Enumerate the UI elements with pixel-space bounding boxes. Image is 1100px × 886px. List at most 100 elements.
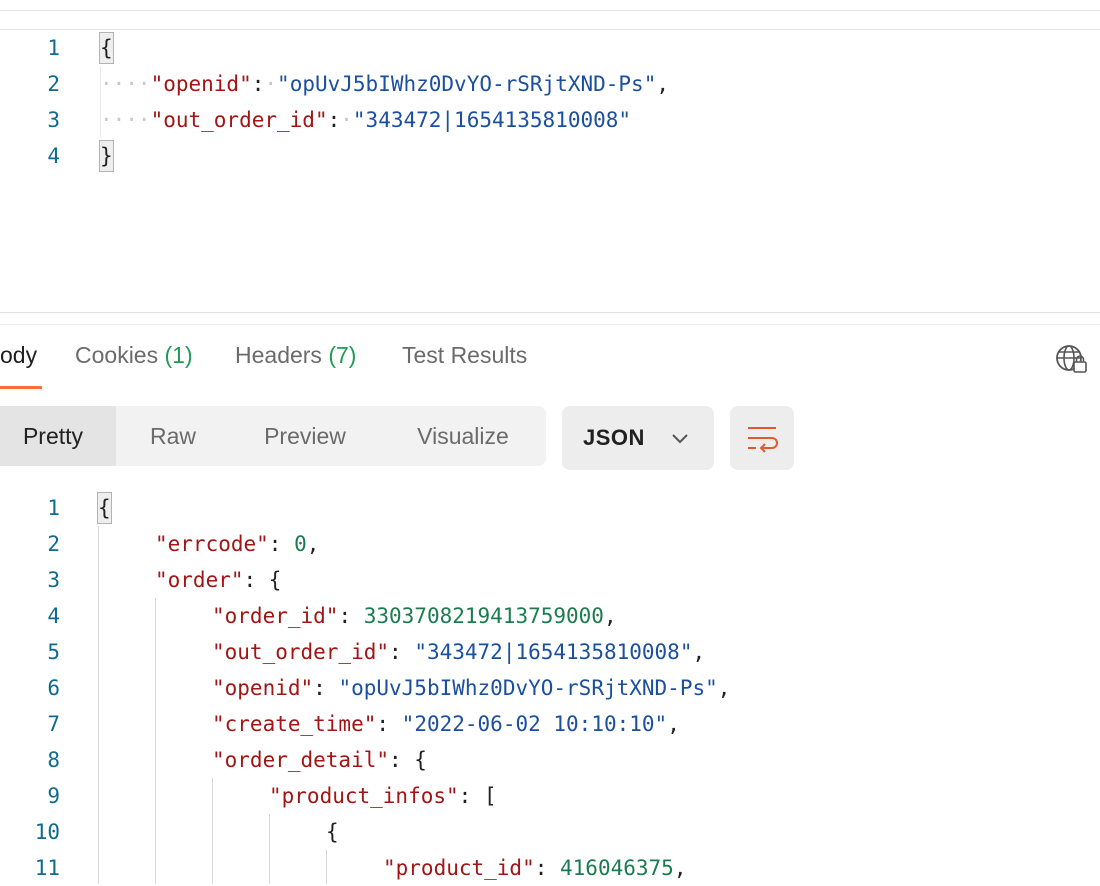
- json-comma: ,: [603, 604, 617, 628]
- pane-splitter[interactable]: [0, 312, 1100, 313]
- json-key: "out_order_id": [150, 108, 328, 132]
- format-select-value: JSON: [583, 425, 645, 450]
- brace-close: }: [99, 140, 114, 172]
- code-text: ····"out_order_id":·"343472|165413581000…: [100, 102, 631, 138]
- view-mode-pretty[interactable]: Pretty: [0, 406, 116, 466]
- json-colon: :: [268, 532, 295, 556]
- json-number: 0: [294, 532, 307, 556]
- active-line-highlight: [100, 66, 101, 138]
- line-number: 1: [47, 36, 60, 60]
- json-colon: :: [389, 640, 415, 664]
- code-text: "order": {: [155, 562, 281, 598]
- line-number: 11: [34, 856, 60, 880]
- line-number: 2: [47, 72, 60, 96]
- json-colon: :: [376, 712, 402, 736]
- request-line: 1 {: [0, 30, 1100, 66]
- response-line: 3 "order": {: [0, 562, 1100, 598]
- code-text: ····"openid":·"opUvJ5bIWhz0DvYO-rSRjtXND…: [100, 66, 669, 102]
- tab-headers[interactable]: Headers (7): [235, 342, 356, 369]
- whitespace-dot: ·: [340, 108, 353, 132]
- code-text: {: [99, 30, 114, 66]
- json-key: "errcode": [155, 532, 269, 556]
- json-colon: :: [338, 604, 364, 628]
- json-string: "2022-06-02 10:10:10": [401, 712, 668, 736]
- line-number: 4: [47, 604, 60, 628]
- response-line: 10 {: [0, 814, 1100, 850]
- tab-headers-count: (7): [328, 342, 357, 368]
- view-mode-preview[interactable]: Preview: [230, 406, 380, 466]
- whitespace-dots: ····: [100, 108, 151, 132]
- view-mode-raw[interactable]: Raw: [116, 406, 230, 466]
- json-string: "343472|1654135810008": [352, 108, 632, 132]
- whitespace-dot: ·: [264, 72, 278, 96]
- tab-cookies[interactable]: Cookies (1): [75, 342, 193, 369]
- json-key: "order": [155, 568, 244, 592]
- code-text: "create_time": "2022-06-02 10:10:10",: [212, 706, 680, 742]
- json-colon: :: [327, 108, 341, 132]
- json-open: : [: [458, 784, 497, 808]
- line-number: 7: [47, 712, 60, 736]
- line-number: 3: [47, 568, 60, 592]
- response-line: 11 "product_id": 416046375,: [0, 850, 1100, 886]
- json-key: "order_id": [212, 604, 339, 628]
- json-key: "openid": [150, 72, 252, 96]
- code-text: "product_infos": [: [269, 778, 497, 814]
- code-text: "order_detail": {: [212, 742, 427, 778]
- line-number: 4: [47, 144, 60, 168]
- brace-open: {: [326, 820, 339, 844]
- json-string: "opUvJ5bIWhz0DvYO-rSRjtXND-Ps": [277, 72, 657, 96]
- code-text: {: [326, 814, 339, 850]
- json-string: "opUvJ5bIWhz0DvYO-rSRjtXND-Ps": [338, 676, 718, 700]
- pane-splitter-2: [0, 324, 1100, 325]
- code-text: {: [97, 490, 112, 526]
- json-colon: :: [313, 676, 339, 700]
- response-line: 9 "product_infos": [: [0, 778, 1100, 814]
- response-line: 1 {: [0, 490, 1100, 526]
- line-number: 6: [47, 676, 60, 700]
- tab-cookies-count: (1): [164, 342, 193, 368]
- json-open: : {: [389, 748, 427, 772]
- json-colon: :: [251, 72, 265, 96]
- line-number: 5: [47, 640, 60, 664]
- json-colon: :: [534, 856, 561, 880]
- request-line: 2 ····"openid":·"opUvJ5bIWhz0DvYO-rSRjtX…: [0, 66, 1100, 102]
- code-text: "errcode": 0,: [155, 526, 319, 562]
- json-key: "openid": [212, 676, 314, 700]
- globe-lock-icon[interactable]: [1054, 342, 1090, 376]
- json-comma: ,: [667, 712, 680, 736]
- response-line: 7 "create_time": "2022-06-02 10:10:10",: [0, 706, 1100, 742]
- line-number: 10: [34, 820, 60, 844]
- json-number: 3303708219413759000: [363, 604, 604, 628]
- tab-test-results[interactable]: Test Results: [402, 342, 527, 369]
- text-wrap-icon: [748, 427, 778, 453]
- json-comma: ,: [692, 640, 706, 664]
- json-comma: ,: [306, 532, 320, 556]
- tab-active-indicator: [0, 386, 42, 389]
- json-comma: ,: [656, 72, 669, 96]
- view-mode-visualize[interactable]: Visualize: [380, 406, 546, 466]
- response-line: 5 "out_order_id": "343472|1654135810008"…: [0, 634, 1100, 670]
- response-tabs: ody Cookies (1) Headers (7) Test Results: [0, 330, 1100, 390]
- top-divider: [0, 10, 1100, 11]
- line-number: 3: [47, 108, 60, 132]
- response-line: 2 "errcode": 0,: [0, 526, 1100, 562]
- chevron-down-icon: [672, 434, 688, 444]
- wrap-lines-button[interactable]: [730, 406, 794, 470]
- brace-open: {: [97, 492, 112, 524]
- json-key: "order_detail": [212, 748, 390, 772]
- brace-open: {: [99, 32, 114, 64]
- json-key: "create_time": [212, 712, 377, 736]
- json-key: "out_order_id": [212, 640, 390, 664]
- format-select[interactable]: JSON: [562, 406, 714, 470]
- line-number: 1: [47, 496, 60, 520]
- code-text: "openid": "opUvJ5bIWhz0DvYO-rSRjtXND-Ps"…: [212, 670, 730, 706]
- whitespace-dots: ····: [100, 72, 151, 96]
- request-line: 4 }: [0, 138, 1100, 174]
- json-key: "product_infos": [269, 784, 459, 808]
- line-number: 2: [47, 532, 60, 556]
- view-mode-selector: Pretty Raw Preview Visualize: [0, 406, 546, 466]
- tab-body[interactable]: ody: [0, 342, 37, 369]
- code-text: "order_id": 3303708219413759000,: [212, 598, 617, 634]
- response-line: 8 "order_detail": {: [0, 742, 1100, 778]
- response-line: 6 "openid": "opUvJ5bIWhz0DvYO-rSRjtXND-P…: [0, 670, 1100, 706]
